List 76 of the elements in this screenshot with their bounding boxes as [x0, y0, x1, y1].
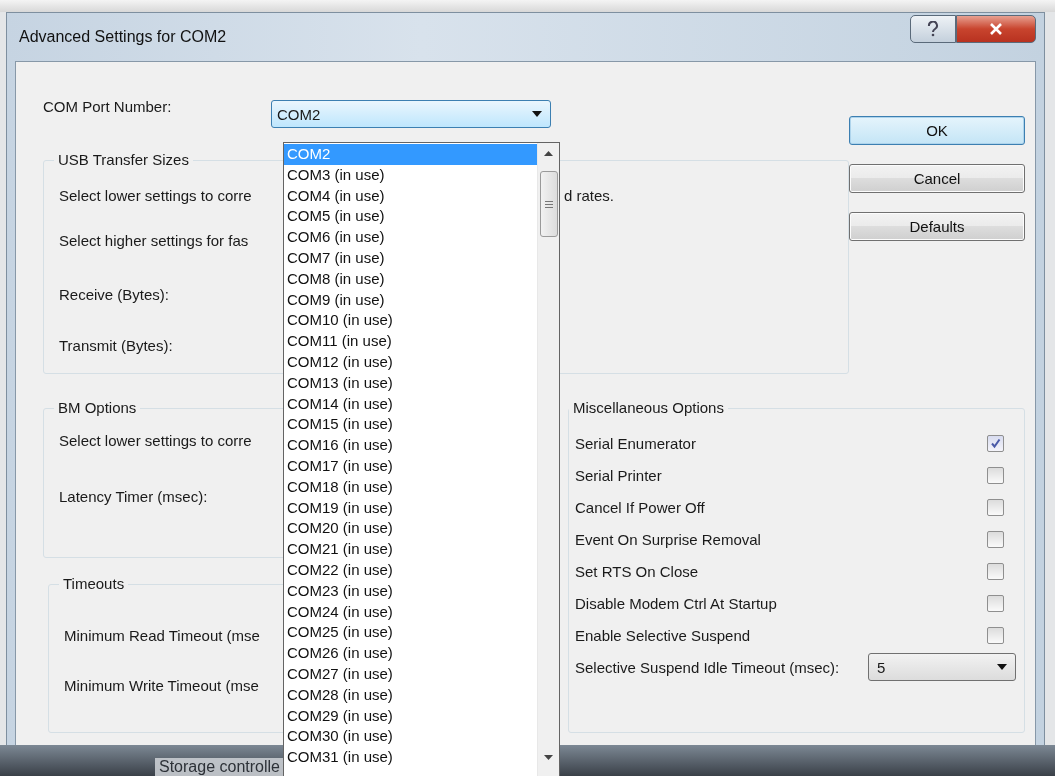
idle-timeout-dropdown[interactable]: 5: [868, 653, 1016, 681]
scroll-down-icon[interactable]: [544, 755, 553, 760]
port-option[interactable]: COM24 (in use): [284, 601, 537, 623]
group-title: Miscellaneous Options: [569, 399, 728, 416]
write-timeout-label: Minimum Write Timeout (mse: [64, 677, 259, 694]
option-label: Serial Printer: [575, 466, 662, 484]
port-option[interactable]: COM21 (in use): [284, 539, 537, 560]
caret-icon: [997, 664, 1007, 670]
port-option[interactable]: COM25 (in use): [284, 622, 537, 644]
help-text: Select lower settings to corre: [59, 186, 252, 204]
checkbox[interactable]: [987, 466, 1004, 484]
help-icon: [926, 21, 940, 37]
port-option[interactable]: COM22 (in use): [284, 559, 537, 581]
check-icon: [990, 437, 1001, 449]
port-option[interactable]: COM19 (in use): [284, 497, 537, 519]
checkbox[interactable]: [987, 434, 1004, 452]
window-title: Advanced Settings for COM2: [19, 28, 227, 46]
help-button[interactable]: [910, 15, 956, 43]
port-option[interactable]: COM6 (in use): [284, 227, 537, 248]
option-label: Serial Enumerator: [575, 434, 696, 452]
checkbox[interactable]: [987, 498, 1004, 516]
caret-icon: [532, 111, 542, 117]
help-text: d rates.: [563, 186, 614, 204]
port-option[interactable]: COM12 (in use): [284, 351, 537, 373]
port-option[interactable]: COM26 (in use): [284, 643, 537, 664]
port-option[interactable]: COM27 (in use): [284, 663, 537, 685]
dialog-button[interactable]: OK: [849, 116, 1025, 145]
scrollbar-thumb[interactable]: [540, 171, 558, 237]
port-option[interactable]: COM28 (in use): [284, 684, 537, 706]
idle-timeout-label: Selective Suspend Idle Timeout (msec):: [575, 658, 840, 676]
help-text: Select higher settings for fas: [59, 231, 249, 249]
read-timeout-label: Minimum Read Timeout (mse: [64, 627, 260, 644]
port-option[interactable]: COM13 (in use): [284, 372, 537, 394]
option-label: Enable Selective Suspend: [575, 626, 751, 644]
dialog-button[interactable]: Defaults: [849, 212, 1025, 241]
com-port-dropdown[interactable]: COM2: [271, 100, 551, 128]
checkbox[interactable]: [987, 626, 1004, 644]
port-option[interactable]: COM5 (in use): [284, 206, 537, 228]
scroll-up-icon[interactable]: [544, 151, 553, 156]
group-title: USB Transfer Sizes: [54, 151, 193, 168]
option-label: Cancel If Power Off: [575, 498, 705, 516]
port-option[interactable]: COM18 (in use): [284, 476, 537, 498]
receive-label: Receive (Bytes):: [59, 285, 170, 303]
close-button[interactable]: [956, 15, 1036, 43]
port-option[interactable]: COM16 (in use): [284, 435, 537, 456]
port-option[interactable]: COM11 (in use): [284, 331, 537, 352]
dialog-button[interactable]: Cancel: [849, 164, 1025, 193]
group-title: BM Options: [54, 399, 141, 416]
close-icon: [989, 23, 1003, 35]
option-label: Set RTS On Close: [575, 562, 699, 580]
help-text: Select lower settings to corre: [59, 431, 252, 449]
option-label: Disable Modem Ctrl At Startup: [575, 594, 777, 612]
port-option[interactable]: COM31 (in use): [284, 747, 537, 768]
background-window-text: Storage controlle: [155, 758, 284, 776]
checkbox[interactable]: [987, 594, 1004, 612]
com-port-label: COM Port Number:: [43, 97, 173, 115]
port-option[interactable]: COM15 (in use): [284, 414, 537, 436]
port-option[interactable]: COM10 (in use): [284, 310, 537, 332]
port-option[interactable]: COM29 (in use): [284, 705, 537, 727]
port-option[interactable]: COM14 (in use): [284, 393, 537, 415]
port-option[interactable]: COM17 (in use): [284, 455, 537, 477]
port-option[interactable]: COM20 (in use): [284, 518, 537, 540]
port-option[interactable]: COM7 (in use): [284, 248, 537, 269]
scrollbar[interactable]: [537, 143, 559, 776]
port-option[interactable]: COM9 (in use): [284, 289, 537, 311]
port-option[interactable]: COM3 (in use): [284, 164, 537, 186]
port-option[interactable]: COM30 (in use): [284, 726, 537, 748]
port-option[interactable]: COM8 (in use): [284, 268, 537, 290]
checkbox[interactable]: [987, 562, 1004, 580]
port-option[interactable]: COM4 (in use): [284, 185, 537, 207]
grip-icon: [545, 200, 553, 208]
option-label: Event On Surprise Removal: [575, 530, 761, 548]
checkbox[interactable]: [987, 530, 1004, 548]
transmit-label: Transmit (Bytes):: [59, 336, 173, 354]
latency-label: Latency Timer (msec):: [59, 487, 208, 505]
port-option[interactable]: COM23 (in use): [284, 580, 537, 602]
